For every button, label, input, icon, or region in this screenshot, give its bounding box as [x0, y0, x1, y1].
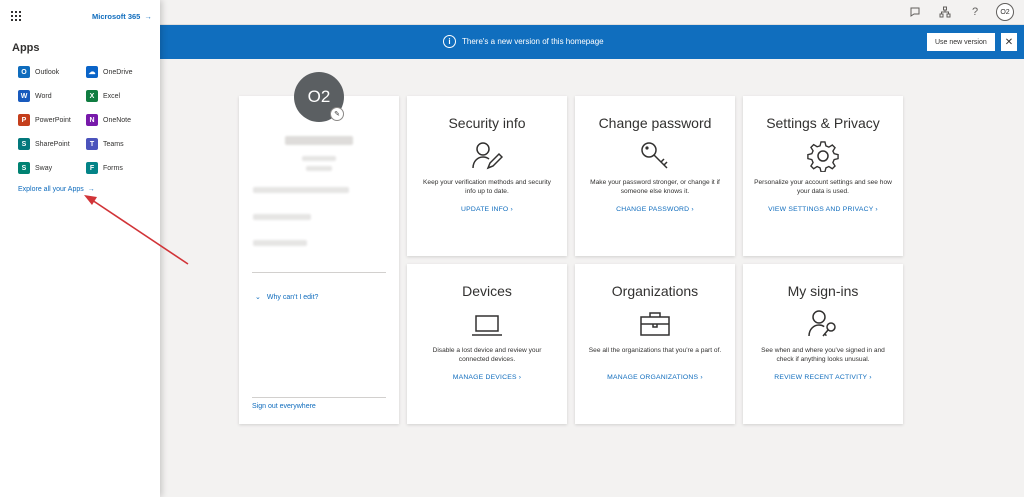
tile-change-password[interactable]: Change password Make your password stron…: [575, 96, 735, 256]
microsoft-365-link[interactable]: Microsoft 365 →: [92, 12, 152, 21]
app-teams[interactable]: T Teams: [86, 138, 124, 150]
tile-my-sign-ins[interactable]: My sign-ins See when and where you've si…: [743, 264, 903, 424]
profile-divider: [252, 397, 386, 398]
app-label: SharePoint: [35, 140, 70, 148]
profile-detail-redacted: [302, 156, 336, 161]
app-label: Teams: [103, 140, 124, 148]
app-label: OneDrive: [103, 68, 133, 76]
microsoft-365-label: Microsoft 365: [92, 12, 141, 21]
review-recent-activity-link[interactable]: REVIEW RECENT ACTIVITY ›: [743, 374, 903, 381]
tile-title: Organizations: [611, 283, 699, 299]
edit-avatar-icon[interactable]: ✎: [330, 107, 344, 121]
word-icon: W: [18, 90, 30, 102]
teams-icon: T: [86, 138, 98, 150]
close-icon: ✕: [1004, 36, 1014, 48]
profile-email-redacted: [253, 187, 349, 193]
app-sway[interactable]: S Sway: [18, 162, 52, 174]
tile-title: Change password: [598, 115, 712, 131]
use-new-version-button[interactable]: Use new version: [927, 33, 995, 51]
change-password-link[interactable]: CHANGE PASSWORD ›: [575, 206, 735, 213]
tile-organizations[interactable]: Organizations See all the organizations …: [575, 264, 735, 424]
app-onenote[interactable]: N OneNote: [86, 114, 131, 126]
banner-text: There's a new version of this homepage: [462, 37, 604, 46]
onedrive-icon: ☁: [86, 66, 98, 78]
header-actions: ? O2: [906, 3, 1014, 21]
tile-description: See all the organizations that you're a …: [588, 347, 722, 354]
explore-all-apps-label: Explore all your Apps: [18, 186, 84, 193]
app-sharepoint[interactable]: S SharePoint: [18, 138, 70, 150]
why-cant-i-edit-link[interactable]: ⌄ Why can't I edit?: [255, 293, 319, 302]
tile-security-info[interactable]: Security info Keep your verification met…: [407, 96, 567, 256]
app-label: Forms: [103, 164, 123, 172]
update-info-link[interactable]: UPDATE INFO ›: [407, 206, 567, 213]
app-label: Sway: [35, 164, 53, 172]
app-onedrive[interactable]: ☁ OneDrive: [86, 66, 133, 78]
app-launcher-icon[interactable]: [11, 11, 21, 21]
app-label: Outlook: [35, 68, 60, 76]
key-icon: [641, 142, 668, 169]
user-key-icon: [808, 310, 836, 337]
app-outlook[interactable]: O Outlook: [18, 66, 59, 78]
tile-devices[interactable]: Devices Disable a lost device and review…: [407, 264, 567, 424]
app-launcher-panel: Microsoft 365 → Apps O Outlook ☁ OneDriv…: [0, 0, 160, 497]
laptop-icon: [472, 315, 502, 336]
profile-org-redacted: [253, 240, 307, 246]
outlook-icon: O: [18, 66, 30, 78]
profile-card: [239, 96, 399, 424]
tile-description: Disable a lost device and review your co…: [432, 347, 542, 363]
tile-description: See when and where you've signed in and …: [761, 347, 885, 363]
forms-icon: F: [86, 162, 98, 174]
why-cant-i-edit-label: Why can't I edit?: [266, 293, 319, 301]
new-version-banner: i There's a new version of this homepage…: [160, 25, 1024, 59]
info-icon: i: [443, 35, 456, 48]
feedback-icon[interactable]: [906, 3, 924, 21]
help-icon[interactable]: ?: [966, 3, 984, 21]
arrow-right-icon: →: [87, 186, 95, 193]
arrow-right-icon: →: [144, 12, 152, 21]
sway-icon: S: [18, 162, 30, 174]
tile-title: My sign-ins: [787, 283, 859, 299]
apps-heading: Apps: [12, 42, 40, 54]
user-edit-icon: [472, 142, 503, 170]
app-label: Excel: [103, 92, 121, 100]
explore-all-apps-link[interactable]: Explore all your Apps →: [18, 186, 95, 193]
manage-organizations-link[interactable]: MANAGE ORGANIZATIONS ›: [575, 374, 735, 381]
app-label: PowerPoint: [35, 116, 71, 124]
manage-devices-link[interactable]: MANAGE DEVICES ›: [407, 374, 567, 381]
tile-settings-privacy[interactable]: Settings & Privacy Personalize your acco…: [743, 96, 903, 256]
app-excel[interactable]: X Excel: [86, 90, 120, 102]
powerpoint-icon: P: [18, 114, 30, 126]
tile-title: Settings & Privacy: [766, 115, 880, 131]
chevron-down-icon: ⌄: [255, 294, 261, 301]
tile-description: Keep your verification methods and secur…: [423, 179, 551, 195]
close-banner-button[interactable]: ✕: [1001, 33, 1017, 51]
tile-description: Personalize your account settings and se…: [754, 179, 892, 195]
profile-name-redacted: [285, 136, 353, 145]
tile-description: Make your password stronger, or change i…: [590, 179, 720, 195]
onenote-icon: N: [86, 114, 98, 126]
app-word[interactable]: W Word: [18, 90, 52, 102]
profile-divider: [252, 272, 386, 273]
profile-detail-redacted: [306, 166, 332, 171]
user-avatar[interactable]: O2: [996, 3, 1014, 21]
app-forms[interactable]: F Forms: [86, 162, 123, 174]
view-settings-privacy-link[interactable]: VIEW SETTINGS AND PRIVACY ›: [743, 206, 903, 213]
sign-out-everywhere-link[interactable]: Sign out everywhere: [252, 403, 316, 410]
excel-icon: X: [86, 90, 98, 102]
app-label: Word: [35, 92, 52, 100]
tile-title: Devices: [462, 283, 512, 299]
profile-phone-redacted: [253, 214, 311, 220]
app-powerpoint[interactable]: P PowerPoint: [18, 114, 71, 126]
tile-title: Security info: [448, 115, 526, 131]
app-label: OneNote: [103, 116, 132, 124]
sharepoint-icon: S: [18, 138, 30, 150]
org-chart-icon[interactable]: [936, 3, 954, 21]
banner-message: i There's a new version of this homepage: [443, 35, 604, 48]
briefcase-icon: [640, 312, 670, 336]
gear-icon: [807, 141, 839, 172]
